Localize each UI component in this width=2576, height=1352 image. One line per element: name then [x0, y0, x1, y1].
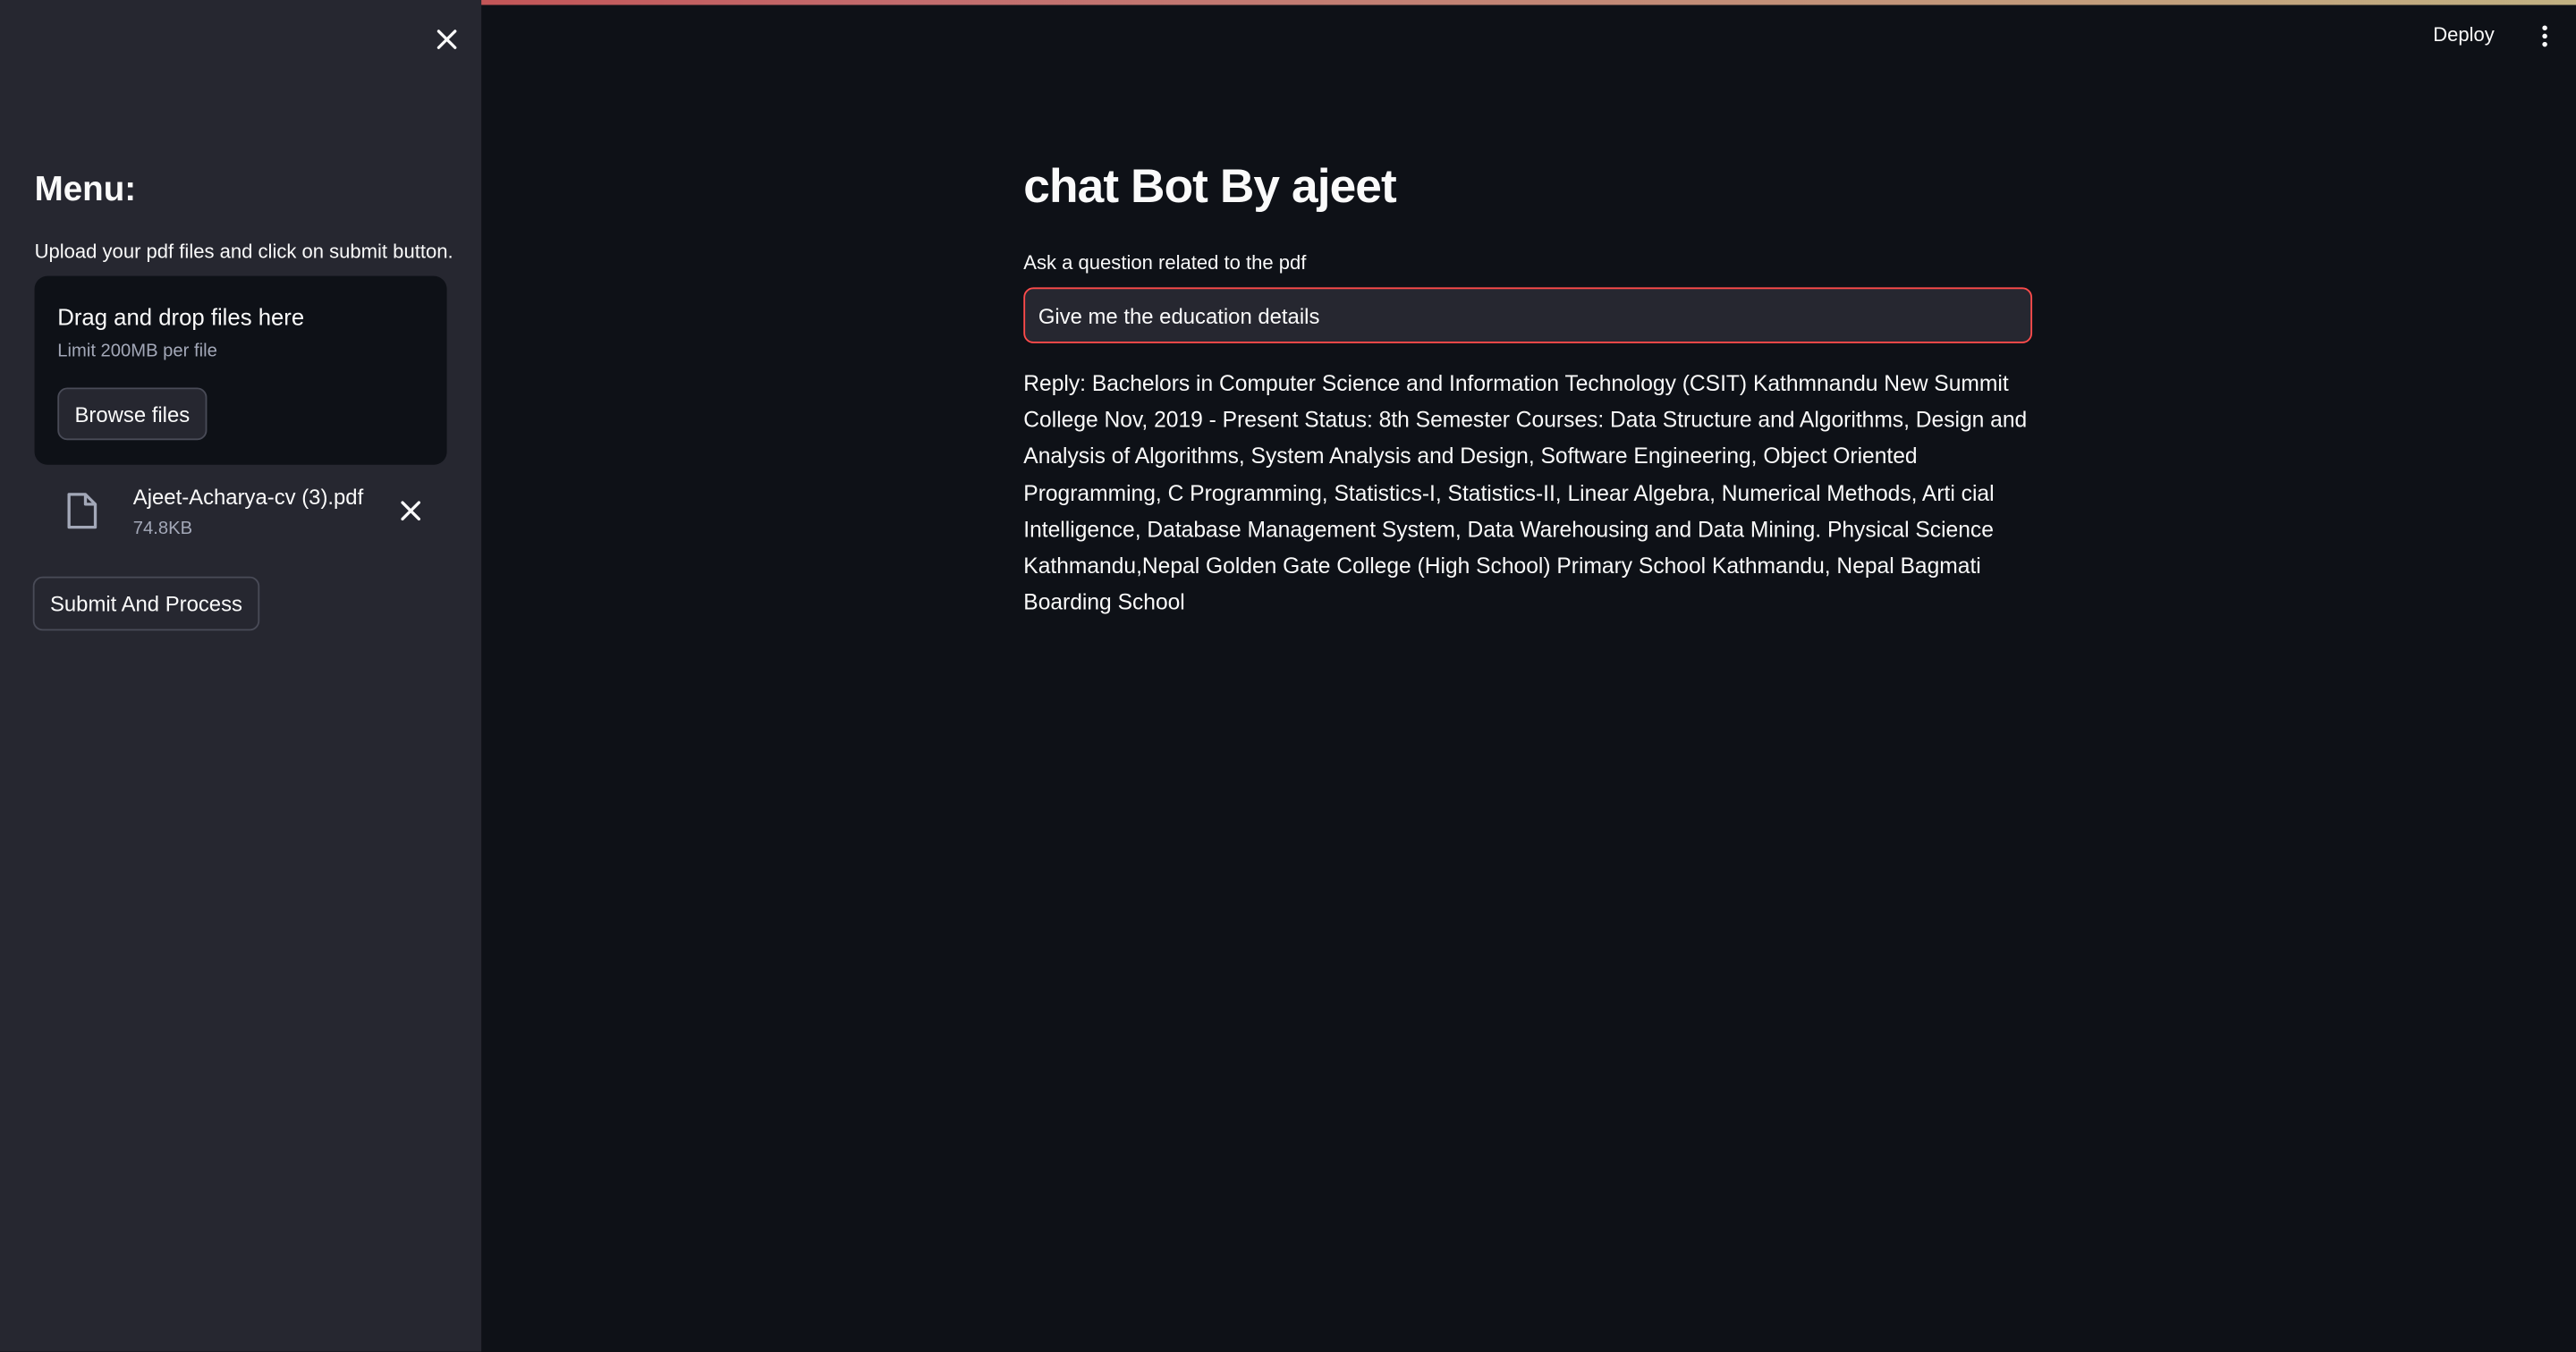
- file-name: Ajeet-Acharya-cv (3).pdf: [132, 484, 364, 510]
- browse-files-button[interactable]: Browse files: [57, 387, 208, 441]
- kebab-menu-icon: [2542, 25, 2547, 47]
- remove-file-button[interactable]: [394, 494, 428, 528]
- question-input[interactable]: [1023, 287, 2033, 343]
- deploy-button[interactable]: Deploy: [2433, 23, 2495, 46]
- uploaded-file-item: Ajeet-Acharya-cv (3).pdf 74.8KB: [35, 473, 447, 548]
- app-window: Menu: Upload your pdf files and click on…: [0, 0, 2576, 1352]
- upload-instruction: Upload your pdf files and click on submi…: [34, 240, 453, 263]
- menu-title: Menu:: [34, 171, 137, 209]
- file-size: 74.8KB: [132, 519, 193, 539]
- close-icon: [436, 30, 457, 49]
- dropzone-limit: Limit 200MB per file: [57, 342, 217, 362]
- close-sidebar-button[interactable]: [428, 21, 464, 57]
- reply-text: Reply: Bachelors in Computer Science and…: [1023, 371, 2028, 615]
- file-dropzone[interactable]: Drag and drop files here Limit 200MB per…: [34, 275, 447, 465]
- main-menu-button[interactable]: [2530, 23, 2560, 49]
- close-icon: [401, 501, 421, 521]
- dropzone-title: Drag and drop files here: [57, 303, 305, 331]
- page-title: chat Bot By ajeet: [1023, 161, 1396, 214]
- file-icon: [65, 491, 98, 530]
- sidebar: Menu: Upload your pdf files and click on…: [0, 0, 482, 1352]
- question-label: Ask a question related to the pdf: [1023, 251, 1307, 275]
- submit-and-process-button[interactable]: Submit And Process: [32, 576, 260, 631]
